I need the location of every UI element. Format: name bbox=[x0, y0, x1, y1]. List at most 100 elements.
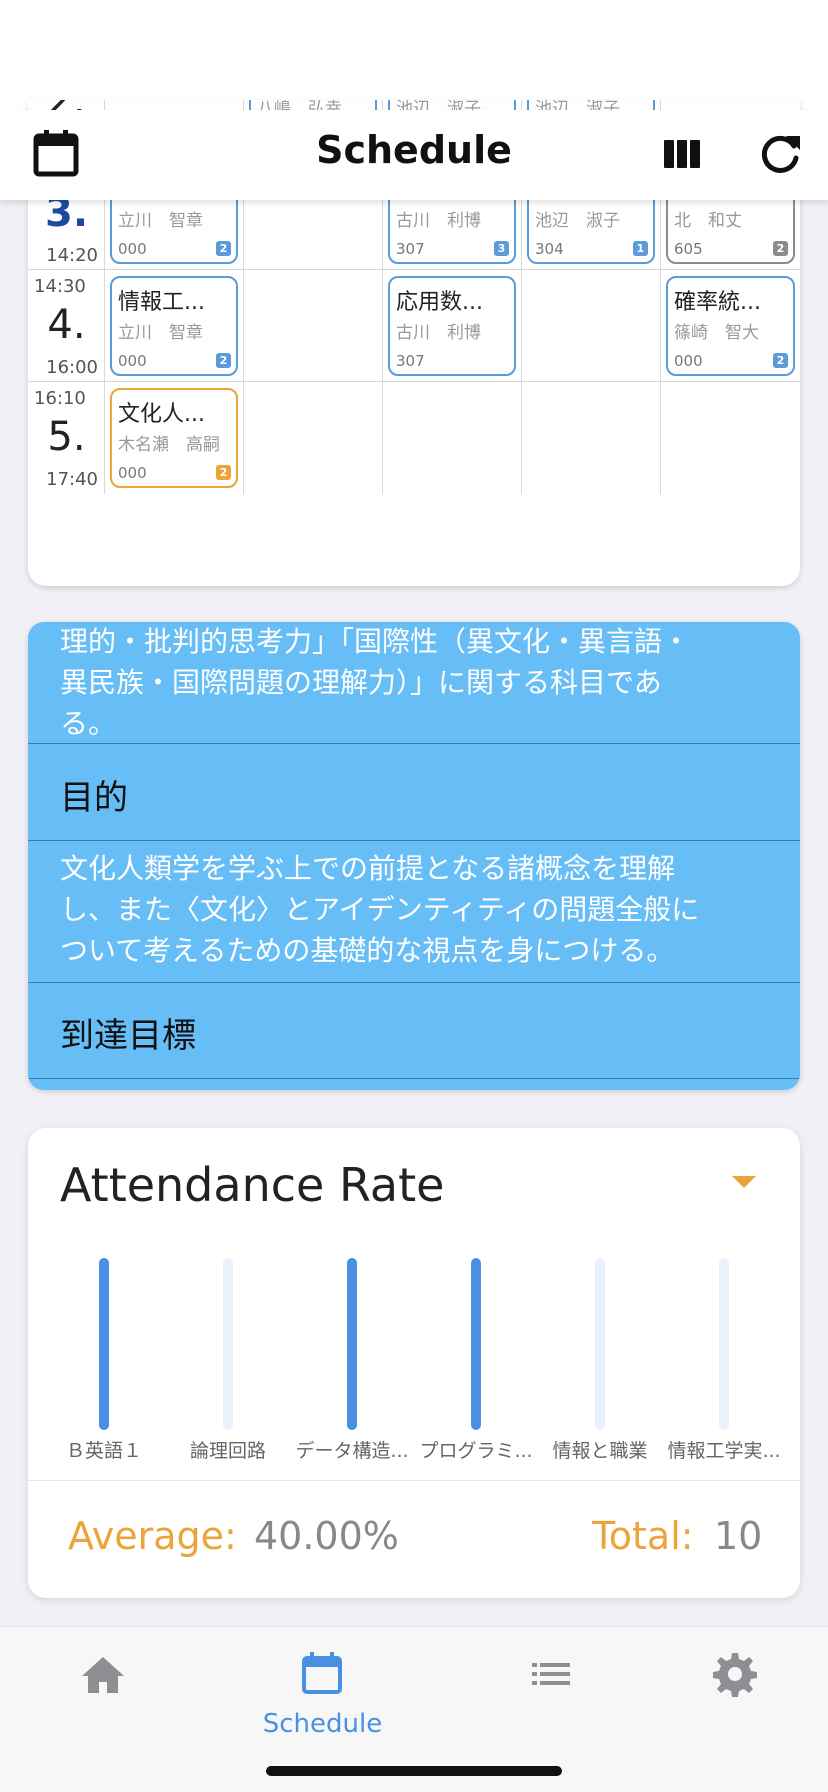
tab-schedule-label: Schedule bbox=[262, 1709, 383, 1739]
course-card[interactable]: 文化人... 木名瀬 高嗣 000 2 bbox=[110, 388, 238, 488]
attendance-bar[interactable]: 情報工学実... bbox=[662, 1258, 786, 1462]
course-teacher: 池辺 淑子 bbox=[535, 211, 620, 231]
bar-fill bbox=[347, 1258, 357, 1430]
divider bbox=[28, 743, 800, 744]
course-teacher: 立川 智章 bbox=[118, 211, 203, 231]
period-number: 4. bbox=[47, 302, 86, 348]
average-value: 40.00% bbox=[254, 1514, 399, 1558]
home-indicator bbox=[266, 1766, 562, 1776]
course-teacher: 篠崎 智大 bbox=[674, 323, 759, 343]
bar-label: 情報工学実... bbox=[667, 1440, 781, 1462]
syllabus-intro-line: 異民族・国際問題の理解力）」に関する科目であ bbox=[60, 666, 662, 699]
course-teacher: 古川 利博 bbox=[396, 323, 481, 343]
period-start-time: 14:30 bbox=[34, 276, 86, 297]
bar-fill bbox=[99, 1258, 109, 1430]
period-end-time: 14:20 bbox=[46, 245, 98, 266]
period-cell: 16:10 5. 17:40 bbox=[28, 382, 105, 494]
timetable-cell[interactable] bbox=[244, 382, 383, 494]
divider bbox=[28, 840, 800, 841]
timetable-cell: 応用数... 古川 利博 307 bbox=[383, 270, 522, 382]
course-card[interactable]: 情報工... 立川 智章 000 2 bbox=[110, 276, 238, 376]
bar-fill bbox=[471, 1258, 481, 1430]
bar-label: データ構造... bbox=[295, 1440, 409, 1462]
course-name: 応用数... bbox=[396, 290, 483, 315]
course-room: 000 bbox=[674, 352, 703, 370]
credit-badge: 2 bbox=[216, 465, 231, 480]
timetable-cell: 情報工... 立川 智章 000 2 bbox=[105, 270, 244, 382]
attendance-bar[interactable]: 論理回路 bbox=[166, 1258, 290, 1462]
credit-badge: 3 bbox=[494, 241, 509, 256]
refresh-icon[interactable] bbox=[750, 124, 810, 184]
timetable-cell: 文化人... 木名瀬 高嗣 000 2 bbox=[105, 382, 244, 494]
bar-label: Ｂ英語１ bbox=[65, 1440, 142, 1462]
course-card[interactable]: 応用数... 古川 利博 307 bbox=[388, 276, 516, 376]
attendance-card: Attendance Rate Ｂ英語１ 論理回路 データ構造... プログラミ...… bbox=[28, 1128, 800, 1598]
purpose-heading: 目的 bbox=[60, 778, 128, 818]
credit-badge: 2 bbox=[216, 353, 231, 368]
course-room: 304 bbox=[535, 240, 564, 258]
course-room: 000 bbox=[118, 464, 147, 482]
attendance-bar[interactable]: データ構造... bbox=[290, 1258, 414, 1462]
purpose-line: 文化人類学を学ぶ上での前提となる諸概念を理解 bbox=[60, 852, 676, 885]
course-room: 307 bbox=[396, 240, 425, 258]
view-columns-icon[interactable] bbox=[652, 124, 712, 184]
tab-list[interactable] bbox=[448, 1639, 655, 1739]
timetable-row: 16:10 5. 17:40 文化人... 木名瀬 高嗣 000 2 bbox=[28, 382, 800, 494]
period-number: 5. bbox=[47, 414, 86, 460]
gear-icon bbox=[713, 1653, 757, 1697]
purpose-line: ついて考えるための基礎的な視点を身につける。 bbox=[60, 934, 675, 967]
course-room: 000 bbox=[118, 352, 147, 370]
bar-track bbox=[471, 1258, 481, 1430]
course-room: 605 bbox=[674, 240, 703, 258]
dropdown-arrow-icon[interactable] bbox=[732, 1176, 756, 1188]
attendance-bar[interactable]: プログラミ... bbox=[414, 1258, 538, 1462]
status-bar bbox=[0, 0, 828, 110]
syllabus-intro-line: 理的・批判的思考力」「国際性（異文化・異言語・ bbox=[60, 625, 691, 658]
bar-label: プログラミ... bbox=[419, 1440, 533, 1462]
timetable-cell[interactable] bbox=[522, 270, 661, 382]
timetable-cell[interactable] bbox=[522, 382, 661, 494]
bar-track bbox=[719, 1258, 729, 1430]
tab-settings[interactable] bbox=[632, 1639, 828, 1739]
purpose-line: し、また〈文化〉とアイデンティティの問題全般に bbox=[60, 893, 700, 926]
credit-badge: 2 bbox=[216, 241, 231, 256]
credit-badge: 1 bbox=[633, 241, 648, 256]
course-teacher: 木名瀬 高嗣 bbox=[118, 435, 220, 455]
period-end-time: 16:00 bbox=[46, 357, 98, 378]
total-label: Total: bbox=[592, 1514, 694, 1558]
period-end-time: 17:40 bbox=[46, 469, 98, 490]
goal-heading: 到達目標 bbox=[60, 1016, 196, 1056]
course-name: 文化人... bbox=[118, 402, 205, 427]
course-card[interactable]: 確率統... 篠崎 智大 000 2 bbox=[666, 276, 795, 376]
attendance-bar[interactable]: 情報と職業 bbox=[538, 1258, 662, 1462]
bar-track bbox=[595, 1258, 605, 1430]
credit-badge: 2 bbox=[773, 241, 788, 256]
course-name: 情報工... bbox=[118, 290, 205, 315]
timetable-row: 14:30 4. 16:00 情報工... 立川 智章 000 2 応用数... 古川 利博 30… bbox=[28, 270, 800, 382]
calendar-icon bbox=[302, 1652, 342, 1694]
attendance-title: Attendance Rate bbox=[60, 1158, 445, 1212]
total-value: 10 bbox=[714, 1514, 763, 1558]
timetable-cell[interactable] bbox=[661, 382, 800, 494]
timetable-cell[interactable] bbox=[383, 382, 522, 494]
bar-track bbox=[223, 1258, 233, 1430]
divider bbox=[28, 1078, 800, 1079]
syllabus-card: 理的・批判的思考力」「国際性（異文化・異言語・ 異民族・国際問題の理解力）」に関… bbox=[28, 622, 800, 1090]
app-header: Schedule bbox=[0, 110, 828, 200]
timetable-cell[interactable] bbox=[244, 270, 383, 382]
tab-home[interactable] bbox=[0, 1639, 207, 1739]
attendance-bar[interactable]: Ｂ英語１ bbox=[42, 1258, 166, 1462]
course-teacher: 古川 利博 bbox=[396, 211, 481, 231]
tab-schedule[interactable]: Schedule bbox=[219, 1639, 426, 1739]
divider bbox=[28, 982, 800, 983]
syllabus-intro-line: る。 bbox=[60, 707, 117, 740]
bar-track bbox=[347, 1258, 357, 1430]
course-room: 307 bbox=[396, 352, 425, 370]
timetable-cell: 確率統... 篠崎 智大 000 2 bbox=[661, 270, 800, 382]
bar-track bbox=[99, 1258, 109, 1430]
home-icon bbox=[82, 1657, 124, 1693]
course-teacher: 北 和丈 bbox=[674, 211, 742, 231]
bar-label: 情報と職業 bbox=[552, 1440, 648, 1462]
credit-badge: 2 bbox=[773, 353, 788, 368]
list-icon bbox=[532, 1663, 570, 1685]
